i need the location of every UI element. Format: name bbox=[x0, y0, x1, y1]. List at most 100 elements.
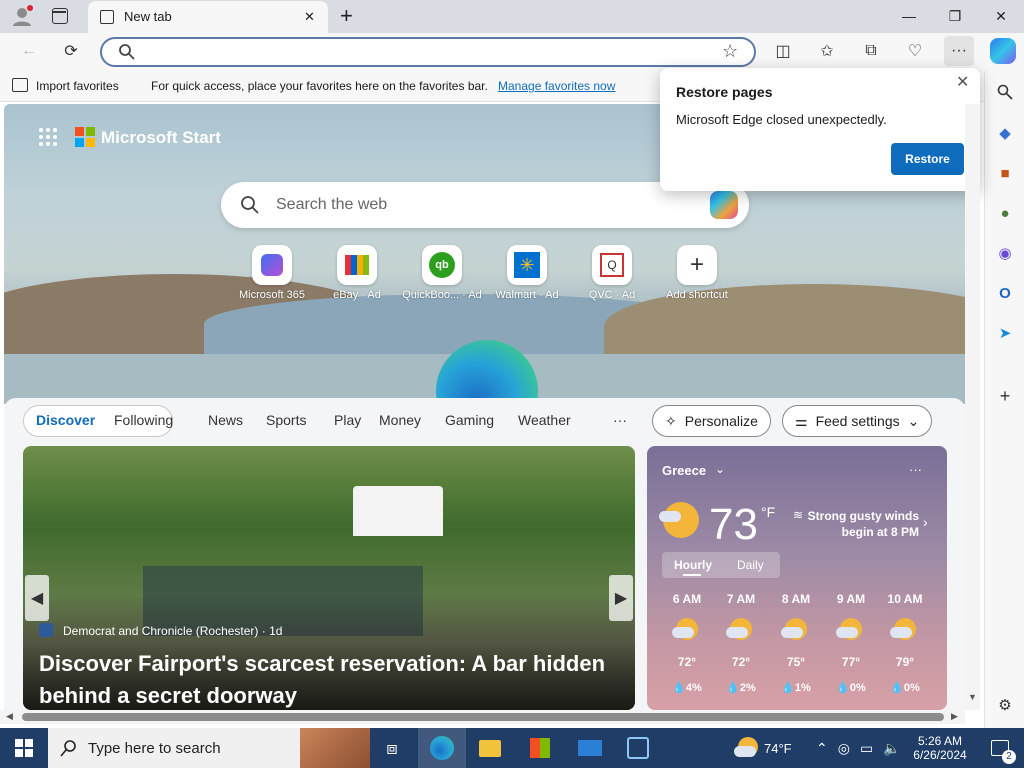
quick-link-walmart[interactable]: ✳ Walmart · Ad bbox=[482, 245, 572, 301]
camera-icon[interactable]: ◎ bbox=[838, 740, 850, 757]
feed-settings-button[interactable]: ⚌ Feed settings ⌄ bbox=[782, 405, 933, 437]
network-icon[interactable]: ▭ bbox=[860, 740, 873, 757]
microsoft-365-sidebar-icon[interactable]: ◉ bbox=[993, 241, 1017, 265]
mail-icon[interactable] bbox=[566, 728, 614, 768]
import-favorites-button[interactable]: Import favorites bbox=[36, 79, 119, 93]
new-tab-button[interactable]: + bbox=[340, 3, 353, 29]
weather-tray[interactable]: 74°F bbox=[734, 728, 792, 768]
copilot-icon[interactable] bbox=[990, 38, 1016, 64]
quick-link-quickbooks[interactable]: qb QuickBoo... · Ad bbox=[397, 245, 487, 301]
tools-briefcase-icon[interactable]: ■ bbox=[993, 161, 1017, 185]
tab-gaming[interactable]: Gaming bbox=[445, 412, 494, 428]
chevron-right-icon[interactable]: › bbox=[923, 514, 928, 530]
quickbooks-icon: qb bbox=[422, 245, 462, 285]
notification-center[interactable]: 2 bbox=[982, 728, 1018, 768]
vertical-scrollbar[interactable]: ▼ bbox=[965, 104, 980, 710]
sidebar-settings-icon[interactable]: ⚙ bbox=[993, 693, 1017, 717]
dialog-close-icon[interactable]: ✕ bbox=[956, 72, 969, 92]
sparkle-icon: ✧ bbox=[665, 412, 677, 429]
tab-hourly[interactable]: Hourly bbox=[674, 558, 712, 572]
scroll-down-arrow[interactable]: ▼ bbox=[968, 692, 977, 702]
scroll-left-arrow[interactable]: ◀ bbox=[6, 711, 13, 722]
system-tray-icons[interactable]: ⌃ ◎ ▭ 🔈 bbox=[816, 728, 901, 768]
snipping-tool-icon[interactable] bbox=[614, 728, 662, 768]
ebay-icon bbox=[337, 245, 377, 285]
task-view-icon[interactable]: ⧈ bbox=[368, 728, 416, 768]
partly-sunny-icon bbox=[659, 502, 699, 541]
sidebar-search-icon[interactable] bbox=[993, 80, 1017, 104]
send-icon[interactable]: ➤ bbox=[993, 321, 1017, 345]
tab-money[interactable]: Money bbox=[379, 412, 421, 428]
file-explorer-icon[interactable] bbox=[466, 728, 514, 768]
persona-icon[interactable]: ● bbox=[993, 201, 1017, 225]
microsoft-logo-icon bbox=[75, 127, 95, 147]
quick-link-ebay[interactable]: eBay · Ad bbox=[312, 245, 402, 301]
tab-daily[interactable]: Daily bbox=[737, 558, 764, 572]
refresh-icon[interactable]: ⟳ bbox=[56, 36, 86, 66]
brand-title[interactable]: Microsoft Start bbox=[101, 128, 221, 148]
start-button[interactable] bbox=[0, 728, 48, 768]
tab-discover-label[interactable]: Discover bbox=[36, 412, 95, 428]
edge-taskbar-icon[interactable] bbox=[418, 728, 466, 768]
browser-essentials-icon[interactable]: ♡ bbox=[900, 36, 930, 66]
outlook-icon[interactable]: O bbox=[993, 281, 1017, 305]
weather-more-icon[interactable]: ··· bbox=[909, 462, 922, 477]
chevron-up-icon[interactable]: ⌃ bbox=[816, 740, 828, 757]
personalize-button[interactable]: ✧ Personalize bbox=[652, 405, 771, 437]
tab-new-tab[interactable]: New tab ✕ bbox=[88, 1, 328, 33]
quick-link-microsoft-365[interactable]: Microsoft 365 bbox=[227, 245, 317, 301]
store-icon[interactable] bbox=[516, 728, 564, 768]
add-shortcut-button[interactable]: + Add shortcut bbox=[652, 245, 742, 301]
split-screen-icon[interactable]: ◫ bbox=[768, 36, 798, 66]
partly-sunny-icon bbox=[672, 618, 698, 640]
hour-column: 6 AM 72° 💧4% bbox=[660, 592, 714, 694]
favorites-icon[interactable]: ✩ bbox=[812, 36, 842, 66]
quick-link-qvc[interactable]: Q QVC · Ad bbox=[567, 245, 657, 301]
tab-following[interactable]: Following bbox=[114, 412, 173, 428]
restore-button[interactable]: ❐ bbox=[932, 0, 978, 32]
address-bar[interactable]: ☆ bbox=[100, 37, 756, 67]
favorite-star-icon[interactable]: ☆ bbox=[722, 41, 738, 62]
tab-actions-icon[interactable] bbox=[52, 8, 68, 24]
next-arrow[interactable]: ▶ bbox=[609, 575, 633, 621]
add-sidebar-icon[interactable]: + bbox=[993, 384, 1017, 408]
scroll-thumb[interactable] bbox=[22, 713, 944, 721]
chevron-down-icon[interactable]: ⌄ bbox=[715, 462, 725, 476]
news-card[interactable]: Democrat and Chronicle (Rochester) · 1d … bbox=[23, 446, 635, 710]
clock[interactable]: 5:26 AM 6/26/2024 bbox=[910, 728, 970, 768]
close-button[interactable]: ✕ bbox=[978, 0, 1024, 32]
hour-time: 6 AM bbox=[672, 592, 702, 606]
horizontal-scrollbar[interactable]: ◀ ▶ bbox=[0, 710, 965, 724]
clock-time: 5:26 AM bbox=[917, 734, 963, 748]
manage-favorites-link[interactable]: Manage favorites now bbox=[498, 79, 615, 93]
profile-icon[interactable] bbox=[11, 5, 33, 27]
partly-sunny-icon bbox=[734, 736, 758, 760]
weather-card[interactable]: Greece ⌄ ··· 73 °F ≋ Strong gusty winds … bbox=[647, 446, 947, 710]
taskbar-search[interactable]: Type here to search bbox=[48, 728, 370, 768]
weather-alert[interactable]: Strong gusty winds begin at 8 PM bbox=[807, 508, 919, 540]
shopping-tag-icon[interactable]: ◆ bbox=[993, 121, 1017, 145]
search-placeholder[interactable]: Search the web bbox=[276, 196, 387, 214]
tab-play[interactable]: Play bbox=[334, 412, 361, 428]
weather-location[interactable]: Greece bbox=[662, 463, 706, 478]
hour-temp: 75° bbox=[786, 655, 806, 669]
tab-sports[interactable]: Sports bbox=[266, 412, 306, 428]
settings-more-icon[interactable]: ··· bbox=[944, 36, 974, 66]
tab-weather[interactable]: Weather bbox=[518, 412, 571, 428]
restore-button[interactable]: Restore bbox=[891, 143, 964, 175]
tab-news[interactable]: News bbox=[208, 412, 243, 428]
scroll-right-arrow[interactable]: ▶ bbox=[951, 711, 958, 722]
copilot-search-icon[interactable] bbox=[710, 191, 738, 219]
tab-close-icon[interactable]: ✕ bbox=[304, 9, 315, 25]
volume-muted-icon[interactable]: 🔈 bbox=[883, 740, 900, 757]
hour-precip: 0% bbox=[903, 682, 920, 694]
minimize-button[interactable]: — bbox=[886, 0, 932, 32]
taskbar-search-placeholder[interactable]: Type here to search bbox=[88, 740, 221, 757]
app-launcher-icon[interactable] bbox=[38, 127, 58, 147]
collections-icon[interactable]: ⧉ bbox=[856, 36, 886, 66]
news-headline[interactable]: Discover Fairport's scarcest reservation… bbox=[39, 648, 629, 710]
more-tabs-icon[interactable]: ··· bbox=[613, 412, 627, 428]
hour-time: 7 AM bbox=[726, 592, 756, 606]
back-icon[interactable]: ← bbox=[14, 36, 44, 66]
previous-arrow[interactable]: ◀ bbox=[25, 575, 49, 621]
